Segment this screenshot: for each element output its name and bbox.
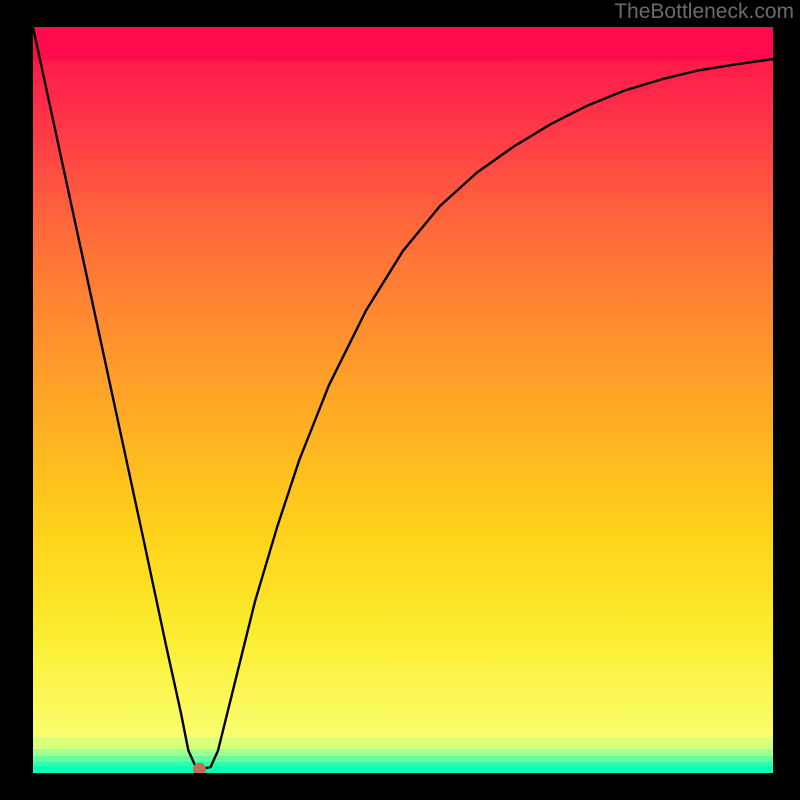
watermark-text: TheBottleneck.com (614, 0, 794, 24)
plot-area (33, 27, 773, 773)
chart-frame: TheBottleneck.com (0, 0, 800, 800)
chart-svg (33, 27, 773, 773)
background-bands (33, 27, 773, 773)
